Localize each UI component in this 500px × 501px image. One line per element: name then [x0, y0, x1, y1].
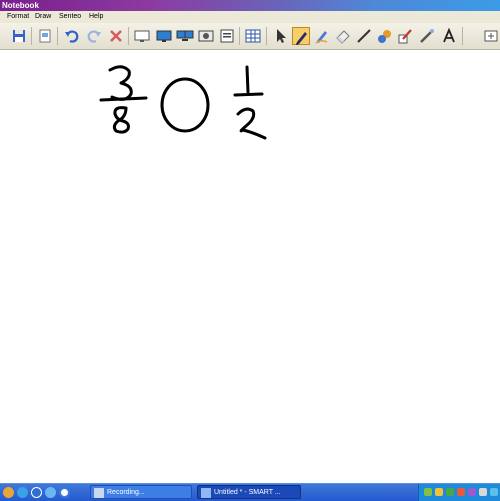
tray-app-icon[interactable] [468, 488, 476, 496]
fill-icon[interactable] [376, 27, 394, 45]
title-bar: Notebook [0, 0, 500, 11]
menu-senteo[interactable]: Senteo [59, 11, 81, 23]
import-icon[interactable] [36, 27, 54, 45]
handwriting-drawing [99, 65, 267, 140]
toolbar-separator [31, 27, 32, 45]
full-screen-icon[interactable] [155, 27, 173, 45]
shapes-icon[interactable] [418, 27, 436, 45]
tray-app-icon[interactable] [490, 488, 498, 496]
tray-network-icon[interactable] [424, 488, 432, 496]
quick-launch-media-icon[interactable] [59, 487, 70, 498]
menu-format[interactable]: Format [7, 11, 29, 23]
quick-launch-app-icon[interactable] [17, 487, 28, 498]
window-title: Notebook [2, 1, 39, 10]
tray-app-icon[interactable] [435, 488, 443, 496]
system-tray [418, 484, 500, 501]
whiteboard-canvas[interactable] [0, 50, 500, 482]
toolbar-separator [57, 27, 58, 45]
toolbar-separator [128, 27, 129, 45]
menu-bar: Format Draw Senteo Help [0, 11, 500, 23]
quick-launch-app-icon[interactable] [45, 487, 56, 498]
capture-icon[interactable] [197, 27, 215, 45]
taskbar: Recording... Untitled * - SMART ... [0, 483, 500, 501]
magic-pen-icon[interactable] [397, 27, 415, 45]
task-label: Recording... [107, 489, 145, 496]
document-camera-icon[interactable] [218, 27, 236, 45]
dual-display-icon[interactable] [176, 27, 194, 45]
screen-shade-icon[interactable] [133, 27, 151, 45]
fraction-bar-left [99, 96, 148, 102]
toolbar-separator [239, 27, 240, 45]
digit-2-stroke [236, 107, 267, 140]
menu-draw[interactable]: Draw [35, 11, 51, 23]
save-icon[interactable] [10, 27, 28, 45]
taskbar-task-smart-notebook[interactable]: Untitled * - SMART ... [197, 485, 301, 499]
eraser-icon[interactable] [334, 27, 352, 45]
tray-alert-icon[interactable] [457, 488, 465, 496]
quick-launch-app-icon[interactable] [3, 487, 14, 498]
taskbar-task-recording[interactable]: Recording... [90, 485, 192, 499]
toolbar-overflow-icon[interactable] [482, 27, 500, 45]
task-label: Untitled * - SMART ... [214, 489, 281, 496]
tray-volume-icon[interactable] [479, 488, 487, 496]
notebook-icon [201, 488, 211, 498]
pen-icon[interactable] [292, 27, 310, 45]
undo-icon[interactable] [63, 27, 81, 45]
menu-help[interactable]: Help [89, 11, 103, 23]
digit-8-stroke [112, 106, 130, 134]
toolbar-separator [266, 27, 267, 45]
tray-security-icon[interactable] [446, 488, 454, 496]
delete-icon[interactable] [107, 27, 125, 45]
quick-launch-browser-icon[interactable] [31, 487, 42, 498]
redo-icon[interactable] [85, 27, 103, 45]
recorder-icon [94, 488, 104, 498]
comparison-circle [160, 77, 210, 133]
line-icon[interactable] [355, 27, 373, 45]
creative-pen-icon[interactable] [313, 27, 331, 45]
toolbar [0, 23, 500, 50]
table-icon[interactable] [244, 27, 262, 45]
digit-1-stroke [233, 65, 264, 97]
digit-3-stroke [108, 65, 133, 101]
select-icon[interactable] [272, 27, 290, 45]
text-icon[interactable] [440, 27, 458, 45]
toolbar-separator [462, 27, 463, 45]
